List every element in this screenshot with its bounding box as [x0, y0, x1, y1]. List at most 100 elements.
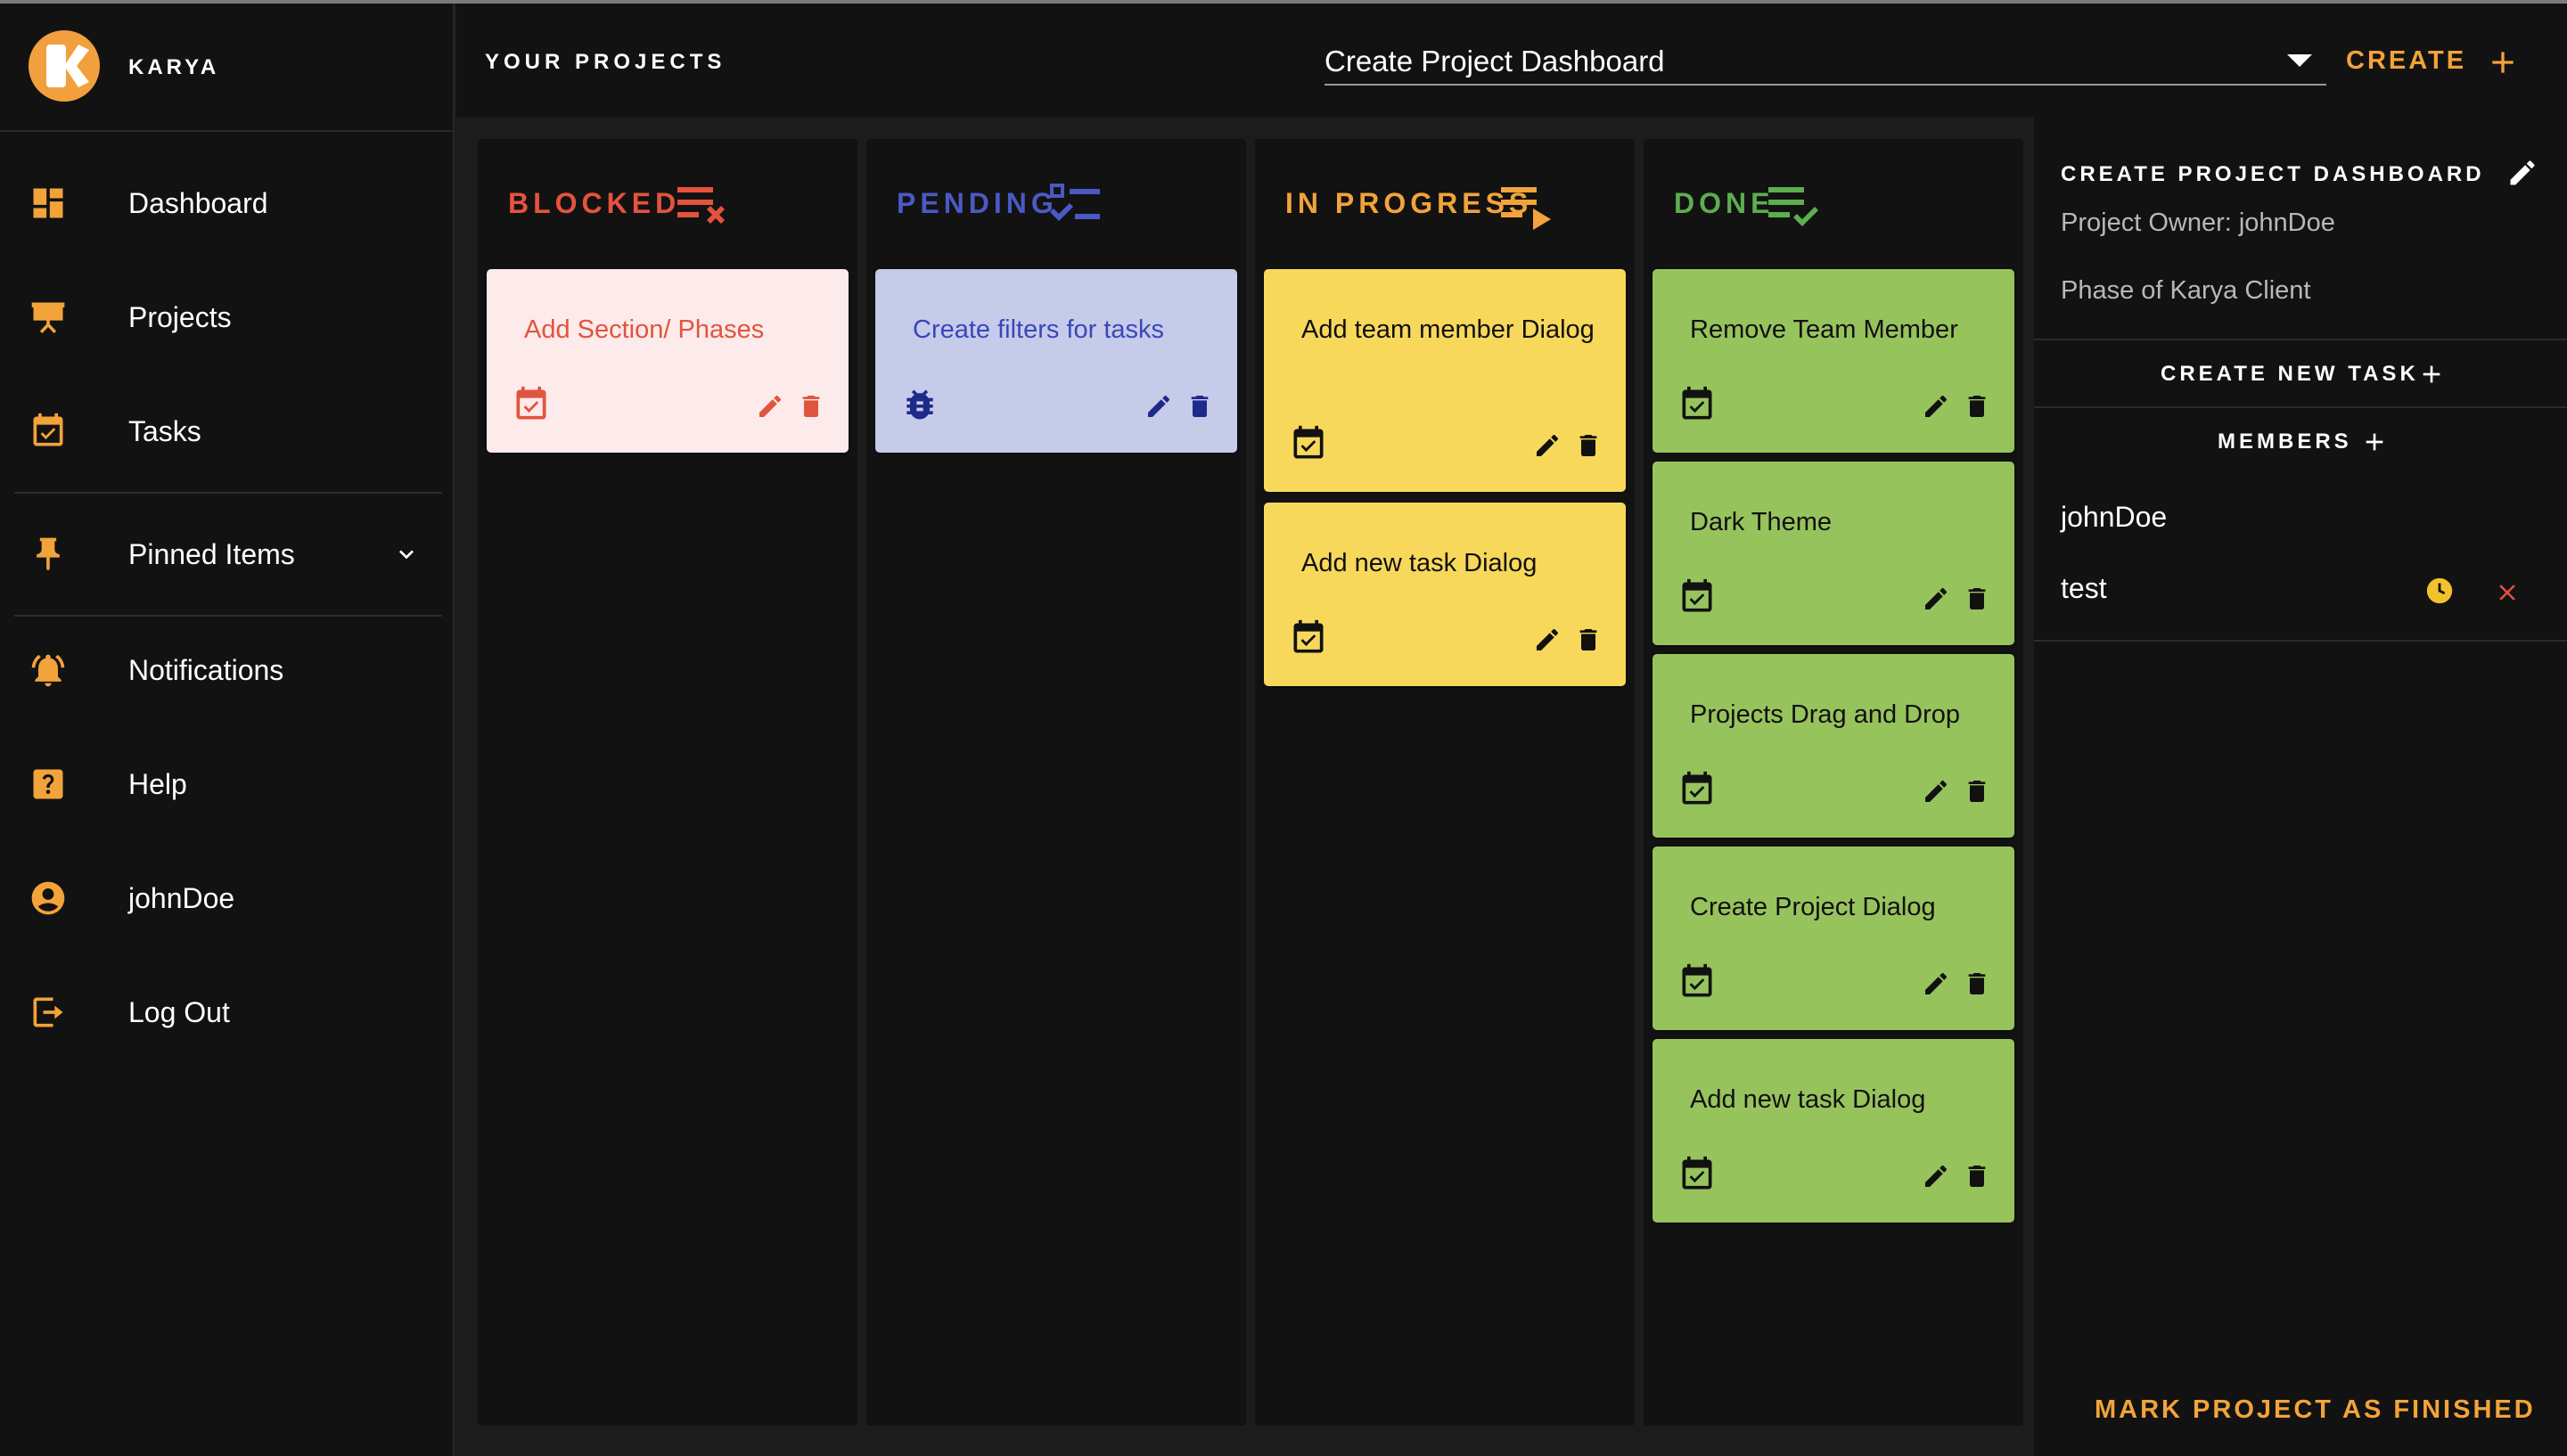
project-select-value: Create Project Dashboard [1325, 45, 1665, 78]
sidebar-item-logout[interactable]: Log Out [0, 961, 453, 1059]
delete-icon[interactable] [797, 392, 825, 421]
sidebar-item-notifications[interactable]: Notifications [0, 618, 453, 716]
playlist-play-icon [1501, 187, 1551, 230]
sidebar-item-label: Pinned Items [128, 538, 295, 570]
calendar-check-icon [1682, 771, 1712, 805]
calendar-check-icon [1682, 578, 1712, 612]
edit-icon[interactable] [1144, 392, 1173, 421]
project-owner: Project Owner: johnDoe [2061, 209, 2335, 237]
sidebar-item-projects[interactable]: Projects [0, 266, 453, 364]
sidebar-item-label: Notifications [128, 654, 284, 686]
presentation-icon [31, 302, 65, 333]
checklist-icon [1050, 184, 1100, 221]
edit-icon[interactable] [1922, 585, 1950, 613]
dashboard-icon [33, 188, 63, 218]
calendar-check-icon [516, 386, 546, 420]
task-card[interactable]: Projects Drag and Drop [1653, 654, 2014, 838]
delete-icon[interactable] [1963, 392, 1991, 421]
edit-icon[interactable] [756, 392, 784, 421]
sidebar-item-label: Log Out [128, 996, 230, 1028]
task-title: Remove Team Member [1690, 315, 1958, 344]
edit-icon[interactable] [1533, 626, 1562, 654]
remove-member-icon[interactable] [2494, 579, 2521, 606]
create-new-task-label: CREATE NEW TASK [2161, 362, 2419, 386]
task-title: Add new task Dialog [1301, 549, 1538, 577]
project-select[interactable]: Create Project Dashboard [1325, 39, 2326, 86]
panel-divider [2034, 640, 2567, 642]
project-title: CREATE PROJECT DASHBOARD [2061, 162, 2485, 186]
brand[interactable]: KARYA [0, 4, 453, 132]
account-icon [31, 881, 65, 915]
section-label: YOUR PROJECTS [485, 50, 726, 74]
delete-icon[interactable] [1185, 392, 1214, 421]
calendar-check-icon [1682, 963, 1712, 997]
column-title: DONE [1674, 187, 1775, 219]
sidebar-item-label: Help [128, 768, 187, 800]
sidebar-divider [14, 615, 442, 617]
edit-icon[interactable] [1533, 431, 1562, 460]
edit-icon[interactable] [1922, 1162, 1950, 1190]
sidebar-item-help[interactable]: Help [0, 732, 453, 830]
sidebar-item-account[interactable]: johnDoe [0, 847, 453, 945]
bug-icon [906, 389, 933, 420]
top-bar: YOUR PROJECTS Create Project Dashboard C… [456, 4, 2567, 118]
plus-icon [2423, 365, 2440, 383]
member-name: johnDoe [2061, 501, 2168, 533]
column-in-progress: IN PROGRESS Add team member Dialog Add n… [1255, 139, 1635, 1426]
delete-icon[interactable] [1574, 626, 1603, 654]
create-label: CREATE [2346, 46, 2467, 75]
sidebar-item-label: Projects [128, 301, 232, 333]
edit-icon[interactable] [1922, 777, 1950, 806]
sidebar-item-dashboard[interactable]: Dashboard [0, 151, 453, 249]
member-name: test [2061, 572, 2107, 604]
task-card[interactable]: Add Section/ Phases [487, 269, 849, 453]
task-title: Projects Drag and Drop [1690, 700, 1961, 729]
calendar-check-icon [1293, 619, 1324, 653]
task-card[interactable]: Create Project Dialog [1653, 847, 2014, 1030]
column-pending: PENDING Create filters for tasks [866, 139, 1246, 1426]
delete-icon[interactable] [1963, 585, 1991, 613]
dropdown-caret-icon [2287, 54, 2312, 67]
column-blocked: BLOCKED Add Section/ Phases [478, 139, 857, 1426]
task-card[interactable]: Dark Theme [1653, 462, 2014, 645]
column-title: IN PROGRESS [1285, 187, 1533, 219]
app-name: KARYA [128, 55, 220, 79]
sidebar-item-pinned-items[interactable]: Pinned Items [0, 503, 453, 601]
chevron-down-icon[interactable] [392, 540, 421, 568]
sidebar-divider [14, 492, 442, 494]
sidebar-item-tasks[interactable]: Tasks [0, 380, 453, 478]
task-card[interactable]: Add new task Dialog [1264, 503, 1626, 686]
edit-icon[interactable] [1922, 969, 1950, 998]
mark-project-finished-button[interactable]: MARK PROJECT AS FINISHED [2086, 1390, 2533, 1429]
column-done: DONE Remove Team Member Dark Theme Proje… [1644, 139, 2023, 1426]
task-card[interactable]: Add team member Dialog [1264, 269, 1626, 492]
list-x-icon [677, 187, 725, 224]
task-title: Create filters for tasks [913, 315, 1165, 344]
kanban-board: BLOCKED Add Section/ Phases PENDING Crea… [456, 118, 2034, 1456]
sidebar-item-label: johnDoe [128, 882, 235, 914]
create-button[interactable]: CREATE [2346, 39, 2542, 84]
logout-icon [33, 997, 63, 1027]
calendar-check-icon [1682, 1156, 1712, 1190]
add-member-button[interactable]: MEMBERS [2034, 410, 2567, 476]
project-details-panel: CREATE PROJECT DASHBOARD Project Owner: … [2034, 118, 2567, 1456]
edit-icon[interactable] [1922, 392, 1950, 421]
column-title: PENDING [897, 187, 1058, 219]
task-card[interactable]: Add new task Dialog [1653, 1039, 2014, 1223]
help-icon [33, 769, 63, 799]
edit-icon[interactable] [2506, 157, 2538, 189]
mark-project-finished-label: MARK PROJECT AS FINISHED [2095, 1395, 2536, 1424]
delete-icon[interactable] [1963, 969, 1991, 998]
delete-icon[interactable] [1963, 1162, 1991, 1190]
task-title: Dark Theme [1690, 508, 1833, 536]
sidebar-item-label: Tasks [128, 415, 201, 447]
task-card[interactable]: Remove Team Member [1653, 269, 2014, 453]
delete-icon[interactable] [1963, 777, 1991, 806]
task-card[interactable]: Create filters for tasks [875, 269, 1237, 453]
task-title: Add Section/ Phases [524, 315, 765, 344]
delete-icon[interactable] [1574, 431, 1603, 460]
task-title: Create Project Dialog [1690, 893, 1936, 921]
create-new-task-button[interactable]: CREATE NEW TASK [2034, 342, 2567, 408]
task-title: Add new task Dialog [1690, 1085, 1926, 1114]
clock-icon[interactable] [2424, 576, 2455, 606]
